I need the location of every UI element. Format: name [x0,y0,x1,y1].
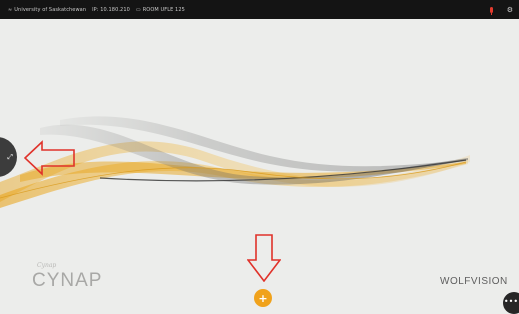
cynap-logo-script: Cynap [37,262,57,269]
network-label: University of Saskatchewan [14,6,87,13]
status-bar-right: ⚙ [489,0,513,19]
network-status: ≈ University of Saskatchewan [8,7,86,13]
cynap-logo-word: CYNAP [32,270,103,291]
add-source-button[interactable]: + [254,289,272,307]
microphone-icon[interactable] [489,6,493,15]
more-options-button[interactable]: ••• [503,292,519,314]
annotation-arrow-left [24,140,75,176]
room-label: ROOM UFLE 125 [142,6,185,13]
settings-icon[interactable]: ⚙ [507,6,513,14]
ip-label: IP: 10.180.210 [92,6,130,13]
wolfvision-logo: WOLFVISION [440,276,508,287]
cynap-logo: Cynap CYNAP [32,262,102,292]
wifi-icon: ≈ [8,6,13,13]
expand-icon: ⤢ [7,152,13,161]
plus-icon: + [258,291,268,305]
room-status: ▭ ROOM UFLE 125 [136,7,185,13]
room-icon: ▭ [135,6,141,13]
wave-background [0,116,470,208]
ip-status: IP: 10.180.210 [92,7,130,13]
annotation-arrow-down [247,234,281,282]
more-icon: ••• [503,297,519,306]
status-bar: ≈ University of Saskatchewan IP: 10.180.… [0,0,519,19]
